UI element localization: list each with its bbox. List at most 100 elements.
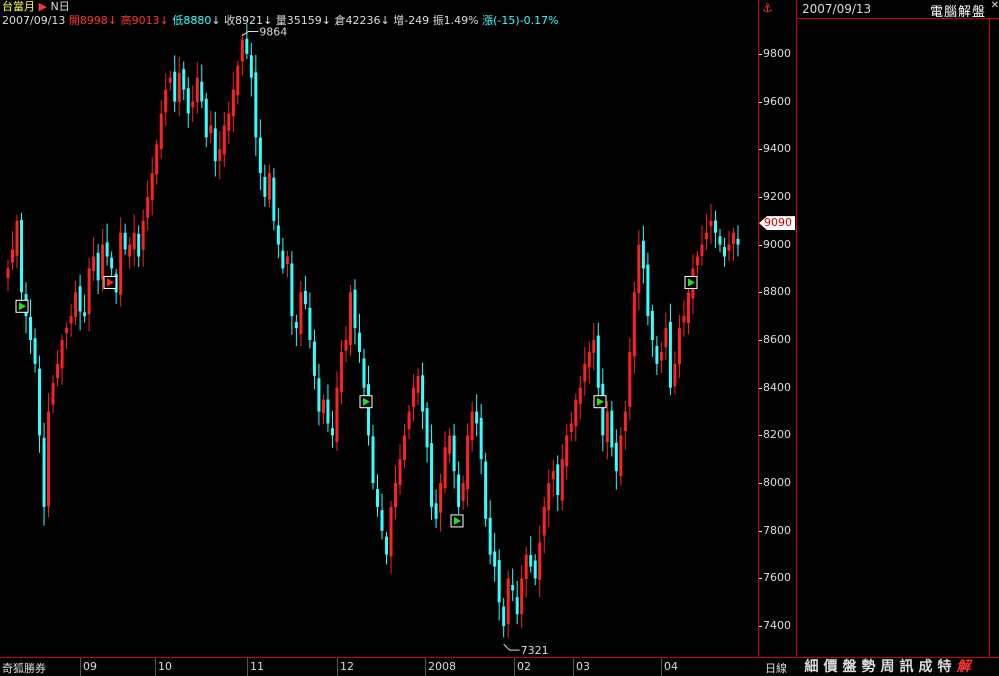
candle-body (430, 443, 434, 507)
candle-body (33, 338, 37, 364)
candle-body (533, 560, 537, 579)
y-tick-label: 8000 (763, 476, 791, 490)
candle-body (69, 316, 73, 324)
function-tab[interactable]: 盤 (840, 658, 859, 676)
candle-body (506, 578, 510, 625)
candle-body (191, 101, 195, 108)
arrow-down-icon: ↓ (321, 14, 331, 27)
x-tick-separator (337, 658, 338, 676)
candle-body (641, 240, 645, 269)
open-interest-value: 倉42236 (334, 14, 381, 27)
candle-body (65, 328, 69, 333)
play-icon[interactable]: ▶ (39, 0, 51, 13)
chart-area[interactable]: 9864 7321 台當月 ▶ N日 2007/09/13 開8998↓ 高901… (0, 0, 758, 657)
arrow-down-icon: ↓ (159, 14, 169, 27)
candle-body (321, 399, 325, 414)
candle-body (339, 351, 343, 393)
close-icon[interactable]: ✕ (991, 0, 999, 11)
y-tick-label: 7400 (763, 619, 791, 633)
candle-body (150, 173, 154, 200)
candle-body (303, 290, 307, 305)
low-value: 低8880 (172, 14, 212, 27)
candle-body (96, 252, 100, 281)
candle-body (524, 554, 528, 580)
candle-body (439, 483, 443, 513)
candle-body (416, 375, 420, 393)
side-panel-date: 2007/09/13 (802, 2, 872, 16)
candle-body (614, 442, 618, 472)
candle-body (547, 483, 551, 511)
candle-body (366, 384, 370, 436)
candle-body (92, 256, 96, 271)
candle-body (186, 88, 190, 114)
candle-body (128, 244, 132, 257)
candle-body (385, 536, 389, 555)
candle-body (231, 89, 235, 117)
candle-body (686, 292, 690, 324)
period-type-label[interactable]: N日 (50, 0, 69, 13)
candle-body (704, 232, 708, 240)
candle-body (574, 399, 578, 427)
period-label[interactable]: 日線 (765, 660, 787, 676)
quote-header: 台當月 ▶ N日 2007/09/13 開8998↓ 高9013↓ 低8880↓… (2, 0, 559, 30)
candle-body (646, 264, 650, 317)
candle-body (308, 307, 312, 340)
function-tab[interactable]: 特 (935, 658, 954, 676)
annotation-line (242, 31, 259, 36)
candle-body (254, 72, 258, 138)
candle-body (403, 435, 407, 461)
x-tick-separator (155, 658, 156, 676)
side-panel: 2007/09/13 電腦解盤 ✕ (796, 0, 999, 657)
candle-body (448, 435, 452, 454)
function-tab[interactable]: 周 (878, 658, 897, 676)
bottom-bar: 奇狐勝券 09 10 11 12 2008 02 03 04 日線 細價盤勢周訊成特解 (0, 657, 999, 676)
function-tab[interactable]: 細 (802, 658, 821, 676)
function-tab[interactable]: 解 (954, 658, 973, 676)
candle-body (713, 220, 717, 233)
x-tick-separator (80, 658, 81, 676)
x-tick-label: 12 (340, 660, 354, 673)
candle-body (556, 464, 560, 495)
candle-body (272, 177, 276, 221)
function-tabs: 細價盤勢周訊成特解 (802, 658, 973, 676)
anchor-icon[interactable]: ⚓ (762, 1, 773, 15)
candle-body (294, 322, 298, 329)
y-tick-mark (759, 292, 762, 294)
arrow-down-icon: ↓ (211, 14, 221, 27)
function-tab[interactable]: 勢 (859, 658, 878, 676)
y-tick-label: 9400 (763, 142, 791, 156)
candle-body (637, 244, 641, 294)
candle-body (281, 250, 285, 269)
candle-body (560, 459, 564, 501)
x-tick-label: 2008 (428, 660, 456, 673)
arrow-down-icon: ↓ (263, 14, 273, 27)
candle-body (610, 410, 614, 448)
open-value: 開8998 (68, 14, 108, 27)
y-tick-label: 8800 (763, 285, 791, 299)
candle-body (227, 113, 231, 131)
candle-body (718, 236, 722, 245)
y-tick-mark (759, 101, 762, 103)
candle-body (11, 249, 15, 263)
candle-body (596, 335, 600, 388)
candle-body (569, 423, 573, 433)
function-tab[interactable]: 成 (916, 658, 935, 676)
candle-body (412, 387, 416, 408)
x-tick-separator (247, 658, 248, 676)
price-axis[interactable]: 9800 9600 9400 9200 9000 8800 8600 8400 8200 8000… (758, 0, 797, 657)
high-value: 高9013 (120, 14, 160, 27)
x-tick-label: 04 (664, 660, 678, 673)
candle-body (457, 474, 461, 507)
side-panel-scrollbar[interactable] (989, 18, 999, 657)
candle-body (222, 125, 226, 155)
y-tick-label: 9000 (763, 237, 791, 251)
function-tab[interactable]: 價 (821, 658, 840, 676)
candle-body (394, 483, 398, 508)
symbol-label[interactable]: 台當月 (2, 0, 35, 13)
candle-body (623, 411, 627, 431)
function-tab[interactable]: 訊 (897, 658, 916, 676)
candle-body (601, 383, 605, 436)
candle-body (695, 256, 699, 266)
candle-body (137, 233, 141, 257)
candlestick-chart[interactable]: 98647321 (0, 0, 758, 657)
